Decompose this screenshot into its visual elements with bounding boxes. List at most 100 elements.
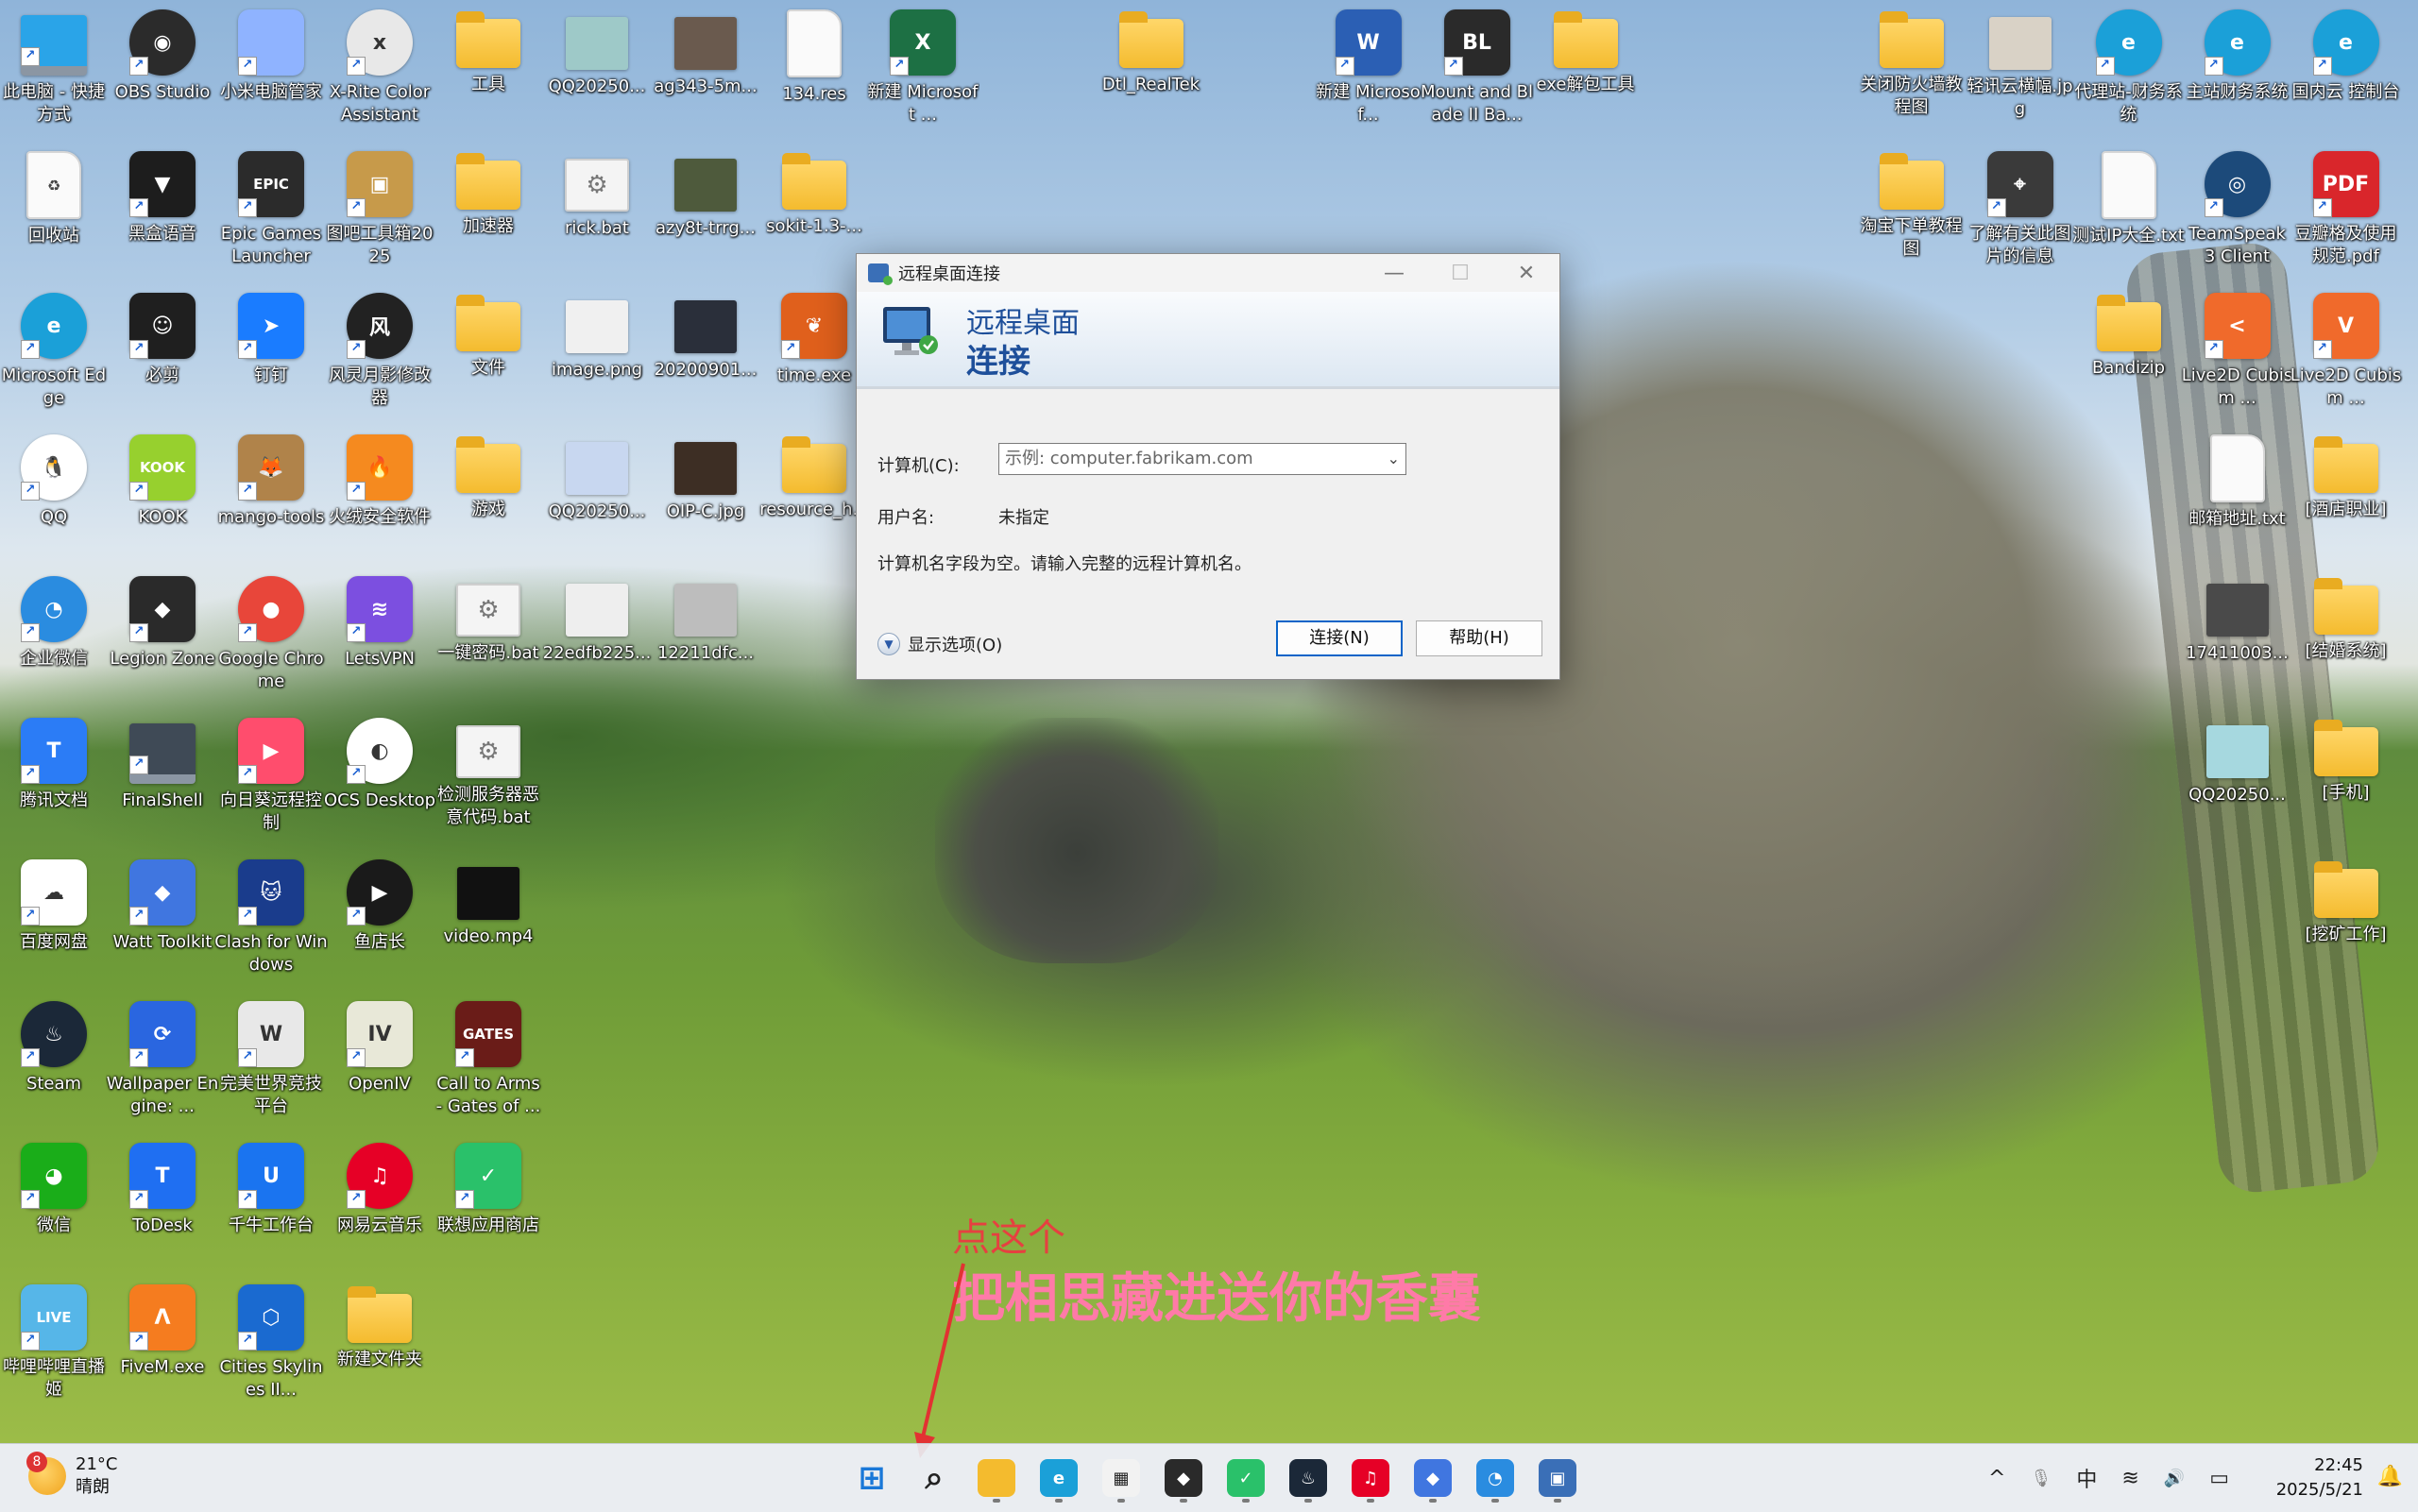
desktop-icon[interactable]: Bandizip <box>2075 287 2183 425</box>
computer-combobox[interactable]: 示例: computer.fabrikam.com ⌄ <box>998 443 1406 475</box>
desktop-icon[interactable]: < ↗ Live2D Cubism ... <box>2182 287 2292 425</box>
desktop-icon[interactable]: ◎ ↗ TeamSpeak 3 Client <box>2184 145 2291 283</box>
desktop-icon[interactable]: ↗ 此电脑 - 快捷方式 <box>0 4 108 142</box>
store-green-taskbar-button[interactable]: ✓ <box>1215 1452 1277 1504</box>
battery-icon[interactable]: ▭ <box>2209 1467 2229 1490</box>
desktop-icon[interactable]: ☁ ↗ 百度网盘 <box>0 854 108 992</box>
desktop-icon[interactable]: image.png <box>543 287 651 425</box>
desktop-icon[interactable]: EPIC ↗ Epic Games Launcher <box>217 145 325 283</box>
desktop-icon[interactable]: ▼ ↗ 黑盒语音 <box>109 145 216 283</box>
desktop-icon[interactable]: video.mp4 <box>434 854 542 992</box>
desktop-icon[interactable]: GATES ↗ Call to Arms - Gates of ... <box>434 995 542 1133</box>
help-button[interactable]: 帮助(H) <box>1416 620 1542 656</box>
desktop-icon[interactable]: ◉ ↗ OBS Studio <box>109 4 216 142</box>
legion-taskbar-button[interactable]: ◆ <box>1152 1452 1215 1504</box>
netease-music-taskbar-button[interactable]: ♫ <box>1339 1452 1402 1504</box>
desktop-icon[interactable]: ♫ ↗ 网易云音乐 <box>326 1137 434 1275</box>
desktop-icon[interactable]: QQ20250... <box>543 429 651 567</box>
desktop-icon[interactable]: [酒店职业] <box>2292 429 2400 567</box>
desktop-icon[interactable]: ⟳ ↗ Wallpaper Engine: ... <box>107 995 218 1133</box>
desktop-icon[interactable]: W ↗ 新建 Microsof... <box>1315 4 1422 142</box>
desktop-icon[interactable]: PDF ↗ 豆瓣格及使用规范.pdf <box>2292 145 2400 283</box>
desktop-icon[interactable]: e ↗ 国内云 控制台 <box>2292 4 2400 142</box>
desktop-icon[interactable]: 12211dfc... <box>652 570 759 708</box>
desktop-icon[interactable]: V ↗ Live2D Cubism ... <box>2290 287 2401 425</box>
desktop-icon[interactable]: 文件 <box>434 287 542 425</box>
desktop-icon[interactable]: e ↗ 主站财务系统 <box>2184 4 2291 142</box>
desktop-icon[interactable]: ◐ ↗ OCS Desktop <box>324 712 435 850</box>
steam-taskbar-button[interactable]: ♨ <box>1277 1452 1339 1504</box>
desktop-icon[interactable]: ≋ ↗ LetsVPN <box>326 570 434 708</box>
desktop-icon[interactable]: Λ ↗ FiveM.exe <box>109 1279 216 1417</box>
watt-toolkit-taskbar-button[interactable]: ◆ <box>1402 1452 1464 1504</box>
desktop-icon[interactable]: exe解包工具 <box>1532 4 1640 142</box>
desktop-icon[interactable]: e ↗ Microsoft Edge <box>0 287 108 425</box>
desktop-icon[interactable]: ☺ ↗ 必剪 <box>109 287 216 425</box>
desktop-icon[interactable]: OIP-C.jpg <box>652 429 759 567</box>
file-explorer-taskbar-button[interactable] <box>965 1452 1028 1504</box>
desktop-icon[interactable]: ▶ ↗ 向日葵远程控制 <box>217 712 325 850</box>
desktop-icon[interactable]: ◕ ↗ 微信 <box>0 1137 108 1275</box>
desktop-icon[interactable]: 134.res <box>760 4 868 142</box>
desktop-icon[interactable]: ♻ 回收站 <box>0 145 108 283</box>
desktop-icon[interactable]: 关闭防火墙教程图 <box>1858 4 1966 142</box>
desktop-icon[interactable]: Dtl_RealTek <box>1098 4 1205 142</box>
desktop-icon[interactable]: 风 ↗ 风灵月影修改器 <box>326 287 434 425</box>
show-options-toggle[interactable]: ▼ 显示选项(O) <box>877 632 1002 656</box>
desktop-icon[interactable]: 🔥 ↗ 火绒安全软件 <box>326 429 434 567</box>
start-taskbar-button[interactable]: ⊞ <box>841 1452 903 1504</box>
microphone-icon[interactable]: 🎙 <box>2030 1469 2052 1488</box>
desktop-icon[interactable]: QQ20250... <box>2184 712 2291 850</box>
wifi-icon[interactable]: ≋ <box>2121 1467 2138 1490</box>
remote-desktop-taskbar-button[interactable]: ▣ <box>1526 1452 1589 1504</box>
clock[interactable]: 22:45 2025/5/21 <box>2276 1453 2363 1503</box>
desktop-icon[interactable]: sokit-1.3-... <box>760 145 868 283</box>
tray-overflow-chevron-icon[interactable]: ^ <box>1988 1467 2005 1490</box>
connect-button[interactable]: 连接(N) <box>1276 620 1403 656</box>
desktop-icon[interactable]: BL ↗ Mount and Blade II Ba... <box>1421 4 1533 142</box>
desktop-icon[interactable]: ◔ ↗ 企业微信 <box>0 570 108 708</box>
desktop-icon[interactable]: 22edfb225... <box>543 570 651 708</box>
desktop-icon[interactable]: ◆ ↗ Legion Zone <box>109 570 216 708</box>
desktop-icon[interactable]: 轻讯云横幅.jpg <box>1967 4 2074 142</box>
desktop-icon[interactable]: [手机] <box>2292 712 2400 850</box>
desktop-icon[interactable]: e ↗ 代理站-财务系统 <box>2074 4 2183 142</box>
wecom-taskbar-button[interactable]: ◔ <box>1464 1452 1526 1504</box>
desktop-icon[interactable]: IV ↗ OpenIV <box>326 995 434 1133</box>
desktop-icon[interactable]: KOOK ↗ KOOK <box>109 429 216 567</box>
desktop-icon[interactable]: 17411003... <box>2184 570 2291 708</box>
desktop-icon[interactable]: ✓ ↗ 联想应用商店 <box>434 1137 542 1275</box>
desktop-icon[interactable]: ⌖ ↗ 了解有关此图片的信息 <box>1967 145 2074 283</box>
desktop-icon[interactable]: 加速器 <box>434 145 542 283</box>
chevron-down-icon[interactable]: ⌄ <box>1388 444 1400 474</box>
desktop-icon[interactable]: U ↗ 千牛工作台 <box>217 1137 325 1275</box>
ime-indicator[interactable]: 中 <box>2076 1463 2097 1493</box>
dialog-titlebar[interactable]: 远程桌面连接 — ☐ ✕ <box>857 254 1559 292</box>
desktop-icon[interactable]: 游戏 <box>434 429 542 567</box>
desktop-icon[interactable]: ⬡ ↗ Cities Skylines II... <box>217 1279 325 1417</box>
desktop-icon[interactable]: ⚙ 一键密码.bat <box>434 570 542 708</box>
desktop-icon[interactable]: ⚙ 检测服务器恶意代码.bat <box>434 712 542 850</box>
desktop-icon[interactable]: ▣ ↗ 图吧工具箱2025 <box>326 145 434 283</box>
desktop-icon[interactable]: [结婚系统] <box>2292 570 2400 708</box>
desktop-icon[interactable]: ↗ FinalShell <box>109 712 216 850</box>
weather-widget[interactable]: 8 21°C 晴朗 <box>26 1452 117 1499</box>
desktop-icon[interactable]: X ↗ 新建 Microsoft ... <box>868 4 978 142</box>
desktop-icon[interactable]: ag343-5m... <box>652 4 759 142</box>
desktop-icon[interactable]: 新建文件夹 <box>326 1279 434 1417</box>
desktop-icon[interactable]: ● ↗ Google Chrome <box>217 570 325 708</box>
desktop-icon[interactable]: ▶ ↗ 鱼店长 <box>326 854 434 992</box>
desktop-icon[interactable]: [挖矿工作] <box>2292 854 2400 992</box>
maximize-button[interactable]: ☐ <box>1427 254 1493 292</box>
desktop-icon[interactable]: 🐱 ↗ Clash for Windows <box>214 854 328 992</box>
desktop-icon[interactable]: LIVE ↗ 哔哩哔哩直播姬 <box>0 1279 108 1417</box>
desktop-icon[interactable]: 邮箱地址.txt <box>2184 429 2291 567</box>
desktop-icon[interactable]: T ↗ 腾讯文档 <box>0 712 108 850</box>
desktop-icon[interactable]: resource_h... <box>759 429 869 567</box>
edge-taskbar-button[interactable]: e <box>1028 1452 1090 1504</box>
desktop-icon[interactable]: QQ20250... <box>543 4 651 142</box>
desktop-icon[interactable]: 20200901... <box>652 287 759 425</box>
close-button[interactable]: ✕ <box>1493 254 1559 292</box>
desktop-icon[interactable]: ♨ ↗ Steam <box>0 995 108 1133</box>
desktop-icon[interactable]: W ↗ 完美世界竞技平台 <box>217 995 325 1133</box>
